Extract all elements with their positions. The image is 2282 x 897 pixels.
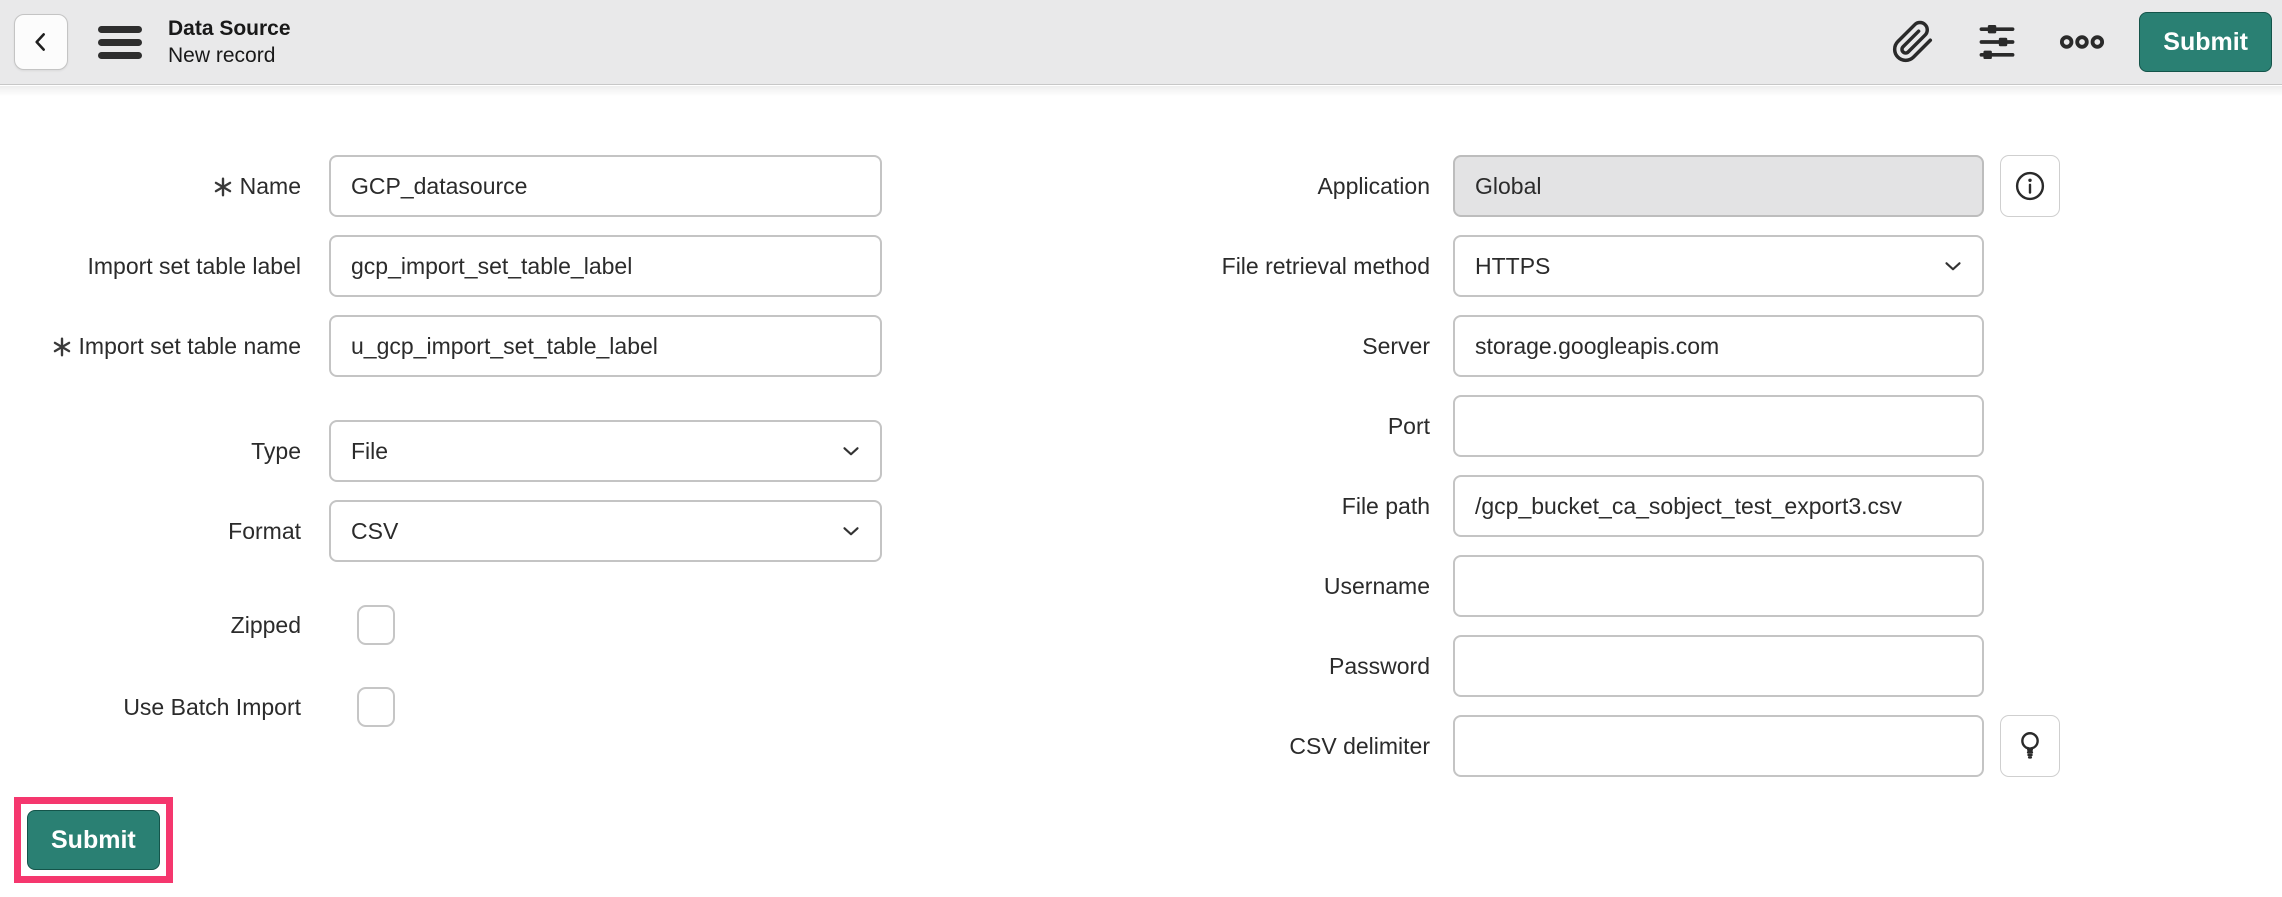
zipped-label: Zipped [50, 610, 301, 641]
form-column-right: Application File retrieval method HTTPS … [1180, 155, 2240, 795]
chevron-down-icon [838, 438, 864, 464]
file-retrieval-method-select-value: HTTPS [1475, 253, 1550, 280]
paperclip-icon [1891, 20, 1935, 64]
server-input[interactable] [1453, 315, 1984, 377]
form-submit-button[interactable]: Submit [27, 810, 160, 870]
port-input[interactable] [1453, 395, 1984, 457]
info-icon [2012, 168, 2048, 204]
file-path-input[interactable] [1453, 475, 1984, 537]
use-batch-import-label: Use Batch Import [50, 692, 301, 723]
field-row-import-set-table-name: Import set table name [50, 315, 960, 377]
form-header: Data Source New record Submit [0, 0, 2282, 85]
username-input[interactable] [1453, 555, 1984, 617]
application-label: Application [1180, 171, 1430, 202]
name-input[interactable] [329, 155, 882, 217]
format-select-value: CSV [351, 518, 398, 545]
form-column-left: Name Import set table label Import set t… [50, 155, 960, 745]
chevron-left-icon [28, 29, 54, 55]
chevron-down-icon [1940, 253, 1966, 279]
server-label: Server [1180, 331, 1430, 362]
field-row-zipped: Zipped [50, 605, 960, 645]
use-batch-import-checkbox[interactable] [357, 687, 395, 727]
file-path-label: File path [1180, 491, 1430, 522]
type-label: Type [50, 436, 301, 467]
zipped-checkbox[interactable] [357, 605, 395, 645]
field-row-name: Name [50, 155, 960, 217]
record-type-title: Data Source [168, 15, 291, 42]
attachment-button[interactable] [1891, 20, 1935, 64]
field-row-application: Application [1180, 155, 2240, 217]
file-retrieval-method-label: File retrieval method [1180, 251, 1430, 282]
application-input [1453, 155, 1984, 217]
field-row-import-set-table-label: Import set table label [50, 235, 960, 297]
record-subtitle: New record [168, 42, 291, 69]
annotation-highlight-box: Submit [14, 797, 173, 883]
field-row-format: Format CSV [50, 500, 960, 562]
csv-delimiter-hint-button[interactable] [2000, 715, 2060, 777]
type-select-value: File [351, 438, 388, 465]
format-label: Format [50, 516, 301, 547]
asterisk-icon [51, 336, 73, 358]
password-label: Password [1180, 651, 1430, 682]
field-row-file-retrieval-method: File retrieval method HTTPS [1180, 235, 2240, 297]
field-row-username: Username [1180, 555, 2240, 617]
asterisk-icon [212, 176, 234, 198]
field-row-port: Port [1180, 395, 2240, 457]
more-options-button[interactable] [2059, 30, 2105, 54]
import-set-table-label-label: Import set table label [50, 251, 301, 282]
type-select[interactable]: File [329, 420, 882, 482]
name-label: Name [50, 171, 301, 202]
page-title: Data Source New record [168, 15, 291, 69]
file-retrieval-method-select[interactable]: HTTPS [1453, 235, 1984, 297]
chevron-down-icon [838, 518, 864, 544]
back-button[interactable] [14, 14, 68, 70]
import-set-table-name-input[interactable] [329, 315, 882, 377]
lightbulb-icon [2012, 728, 2048, 764]
format-select[interactable]: CSV [329, 500, 882, 562]
password-input[interactable] [1453, 635, 1984, 697]
application-info-button[interactable] [2000, 155, 2060, 217]
field-row-server: Server [1180, 315, 2240, 377]
field-row-type: Type File [50, 420, 960, 482]
ellipsis-icon [2059, 30, 2105, 54]
sliders-icon [1973, 20, 2021, 64]
import-set-table-name-label: Import set table name [50, 331, 301, 362]
personalize-form-button[interactable] [1973, 20, 2021, 64]
field-row-password: Password [1180, 635, 2240, 697]
header-shadow [0, 86, 2282, 96]
username-label: Username [1180, 571, 1430, 602]
port-label: Port [1180, 411, 1430, 442]
csv-delimiter-input[interactable] [1453, 715, 1984, 777]
import-set-table-label-input[interactable] [329, 235, 882, 297]
field-row-file-path: File path [1180, 475, 2240, 537]
header-submit-button[interactable]: Submit [2139, 12, 2272, 72]
field-row-use-batch-import: Use Batch Import [50, 687, 960, 727]
field-row-csv-delimiter: CSV delimiter [1180, 715, 2240, 777]
hamburger-icon[interactable] [98, 26, 142, 59]
csv-delimiter-label: CSV delimiter [1180, 731, 1430, 762]
